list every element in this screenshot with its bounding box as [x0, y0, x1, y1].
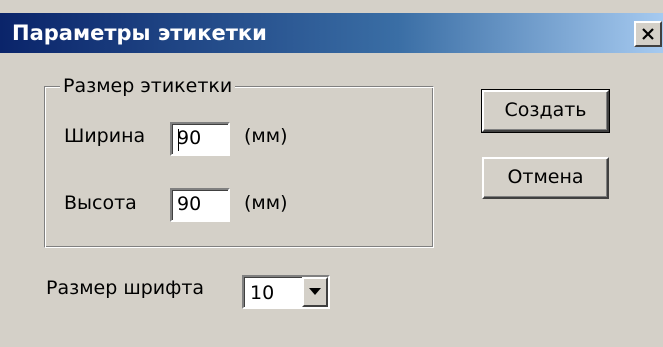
- window-title: Параметры этикетки: [12, 21, 267, 45]
- create-button[interactable]: Создать: [481, 89, 610, 133]
- close-button[interactable]: [634, 21, 662, 47]
- height-input-value: 90: [177, 193, 202, 215]
- height-unit: (мм): [244, 192, 288, 214]
- title-bar[interactable]: Параметры этикетки: [0, 13, 663, 53]
- width-label: Ширина: [64, 125, 146, 147]
- close-icon: [642, 28, 654, 40]
- height-input[interactable]: 90: [170, 188, 230, 222]
- text-caret: [178, 129, 179, 151]
- label-size-group-legend: Размер этикетки: [60, 75, 236, 97]
- width-input-value: 90: [177, 127, 202, 149]
- width-unit: (мм): [244, 125, 288, 147]
- dialog-window: Параметры этикетки Размер этикетки Ширин…: [0, 0, 663, 347]
- width-input[interactable]: 90: [170, 122, 230, 156]
- font-size-select[interactable]: 10: [242, 275, 330, 309]
- height-label: Высота: [64, 192, 137, 214]
- chevron-down-icon: [309, 288, 321, 295]
- font-size-value: 10: [250, 282, 275, 304]
- font-size-label: Размер шрифта: [46, 277, 205, 299]
- cancel-button[interactable]: Отмена: [482, 157, 609, 199]
- label-size-group: [44, 86, 434, 248]
- font-size-dropdown-button[interactable]: [302, 277, 328, 307]
